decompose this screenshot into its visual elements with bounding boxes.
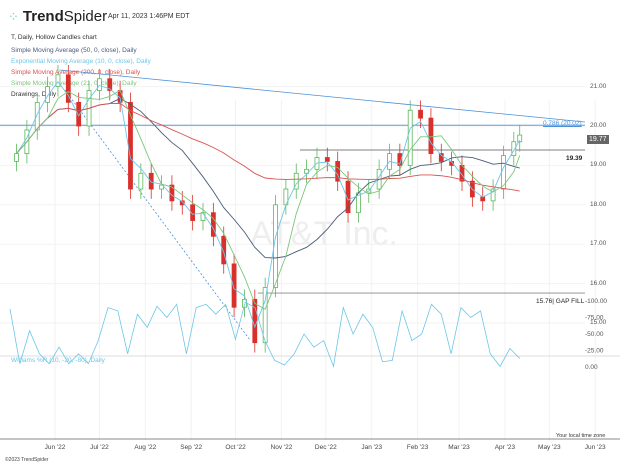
y-tick-label: 16.00 bbox=[590, 279, 607, 287]
timezone-label[interactable]: Your local time zone bbox=[556, 433, 605, 439]
y-tick-label: 21.00 bbox=[590, 82, 607, 90]
gap-fill-label: 15.76| GAP FILL bbox=[536, 298, 585, 305]
price-chart[interactable]: 0.00-25.00-50.00-75.00-100.00 bbox=[0, 0, 620, 465]
candle bbox=[262, 287, 268, 344]
williams-tick-label: -25.00 bbox=[585, 348, 604, 355]
chart-window: ⁘ TrendSpider Apr 11, 2023 1:46PM EDT T,… bbox=[0, 0, 620, 465]
x-tick-label: Oct '22 bbox=[225, 444, 246, 451]
williams-tick-label: -50.00 bbox=[585, 331, 604, 338]
fib-label: 0.786 (20.02) bbox=[543, 120, 582, 127]
y-tick-label: 20.00 bbox=[590, 122, 607, 129]
x-tick-label: Jan '23 bbox=[361, 444, 383, 451]
candle bbox=[418, 109, 423, 119]
moving-average-line bbox=[16, 102, 520, 192]
x-tick-label: Dec '22 bbox=[314, 444, 337, 451]
y-tick-label: 17.00 bbox=[590, 240, 607, 248]
candle bbox=[324, 157, 330, 162]
williams-tick-label: -100.00 bbox=[585, 298, 607, 305]
resistance-label: 19.39 bbox=[566, 155, 583, 162]
candle bbox=[428, 117, 434, 154]
candle bbox=[55, 74, 61, 87]
x-tick-label: Jun '22 bbox=[44, 444, 66, 451]
moving-average-line bbox=[16, 89, 521, 310]
candle bbox=[138, 172, 144, 190]
candle bbox=[407, 109, 413, 166]
x-tick-label: Sep '22 bbox=[180, 444, 203, 451]
candle bbox=[14, 153, 19, 162]
williams-tick-label: 0.00 bbox=[585, 364, 598, 371]
x-tick-label: Mar '23 bbox=[448, 444, 470, 451]
x-tick-label: Jun '23 bbox=[584, 444, 606, 451]
x-tick-label: Aug '22 bbox=[134, 444, 157, 451]
fib-dashed-line bbox=[64, 89, 251, 341]
y-tick-label: 15.00 bbox=[590, 319, 607, 326]
candle bbox=[221, 235, 227, 265]
x-tick-label: Feb '23 bbox=[406, 444, 429, 451]
candle bbox=[231, 263, 237, 308]
copyright: ©2023 TrendSpider bbox=[5, 457, 49, 463]
y-tick-label: 18.00 bbox=[590, 200, 607, 208]
williams-legend[interactable]: Williams %R (10, -20, -80), Daily bbox=[11, 357, 105, 364]
y-tick-label: 19.00 bbox=[590, 161, 607, 169]
x-tick-label: Nov '22 bbox=[270, 444, 293, 451]
x-tick-label: May '23 bbox=[538, 444, 561, 451]
candle bbox=[34, 101, 40, 131]
x-tick-label: Jul '22 bbox=[90, 444, 109, 451]
x-tick-label: Apr '23 bbox=[494, 444, 516, 451]
candle bbox=[97, 78, 102, 91]
candle bbox=[252, 298, 258, 344]
candle bbox=[148, 172, 154, 190]
last-price-badge: 19.77 bbox=[587, 135, 609, 144]
